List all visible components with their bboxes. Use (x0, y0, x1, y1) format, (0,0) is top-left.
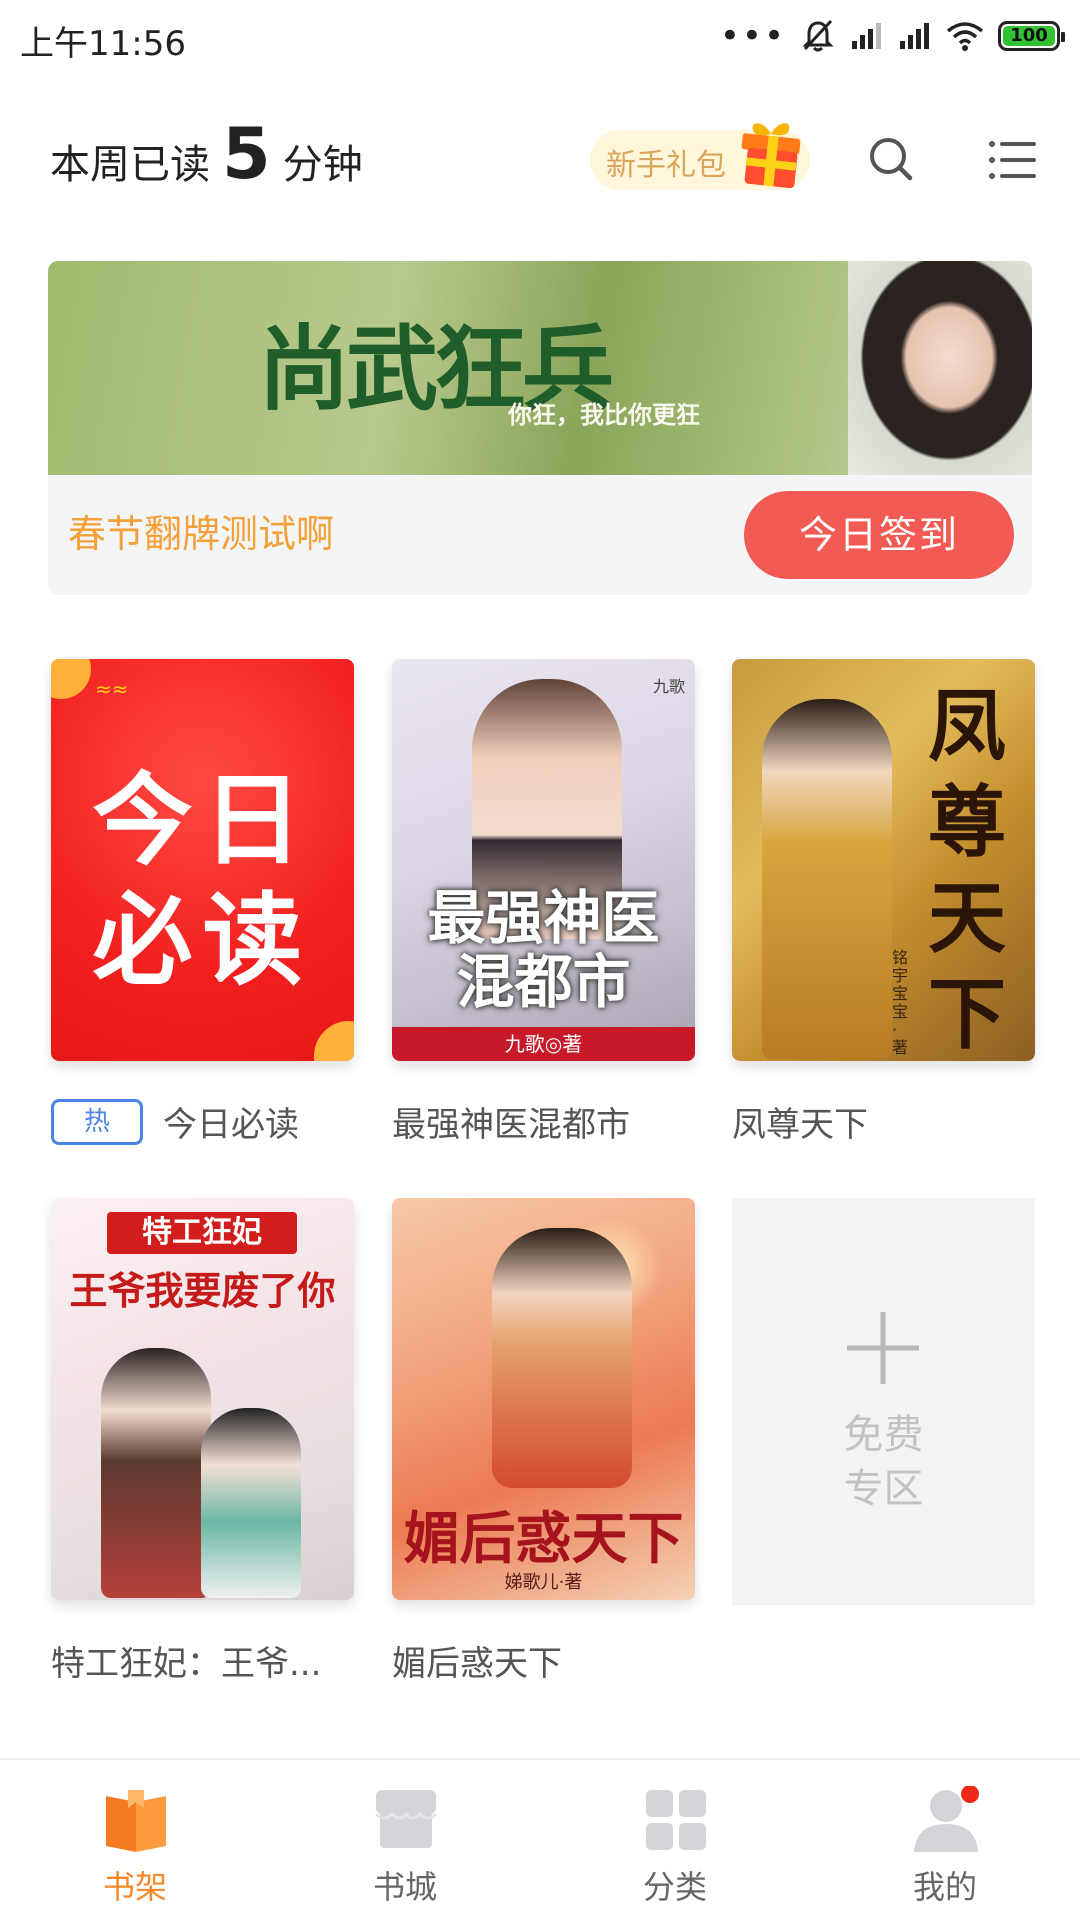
wifi-icon (946, 22, 984, 51)
battery-level: 100 (1010, 25, 1048, 46)
gift-label: 新手礼包 (606, 148, 726, 183)
book-title: 媚后惑天下 (392, 1644, 562, 1684)
bookshelf-icon (106, 1790, 166, 1852)
reading-minutes: 5 (222, 113, 271, 195)
status-icons: ••• 100 (719, 14, 1065, 58)
wave-icon: ≈≈ (95, 677, 129, 701)
cover-char: 凤 (927, 681, 1006, 772)
book-title-row: 媚后惑天下 (392, 1636, 562, 1685)
tab-label: 分类 (642, 1868, 707, 1906)
book-title-row: 凤尊天下 (732, 1097, 868, 1146)
signal-icon (852, 23, 881, 49)
cover-tag: 九歌 (652, 677, 685, 696)
tab-profile[interactable]: 我的 (870, 1778, 1020, 1908)
cover-char: 下 (927, 969, 1006, 1060)
book-cover[interactable]: 特工狂妃 王爷我要废了你 (51, 1198, 354, 1600)
cover-author: 娣歌儿·著 (504, 1572, 583, 1593)
more-dots-icon: ••• (719, 16, 786, 56)
tab-label: 我的 (912, 1868, 977, 1906)
promo-banner[interactable]: 尚武狂兵 你狂，我比你更狂 春节翻牌测试啊 今日签到 (48, 261, 1032, 595)
cover-line-1: 媚后惑天下 (403, 1506, 684, 1572)
signal-icon (900, 23, 929, 49)
cover-line-2: 王爷我要废了你 (69, 1268, 336, 1313)
top-header: 本周已读 5 分钟 新手礼包 (0, 100, 1080, 220)
book-title: 今日必读 (163, 1105, 299, 1145)
newbie-gift-button[interactable]: 新手礼包 (590, 123, 810, 190)
battery-icon: 100 (998, 21, 1065, 51)
cover-char: 尊 (927, 777, 1006, 868)
gift-icon (741, 123, 801, 189)
book-title: 特工狂妃：王爷... (51, 1644, 322, 1684)
tab-label: 书城 (372, 1868, 437, 1906)
cover-figure (201, 1408, 301, 1598)
cover-line-1: 特工狂妃 (107, 1212, 297, 1254)
book-cover[interactable]: 九歌 最强神医 混都市 九歌◎著 (392, 659, 695, 1061)
menu-list-icon[interactable] (982, 130, 1042, 190)
search-icon[interactable] (862, 130, 922, 190)
status-bar: 上午11:56 ••• 100 (0, 0, 1080, 76)
book-title-row: 特工狂妃：王爷... (51, 1636, 321, 1685)
book-cover[interactable]: ≈≈ 今日 必读 (51, 659, 354, 1061)
promo-text: 春节翻牌测试啊 (68, 512, 335, 556)
cover-char: 天 (927, 873, 1006, 964)
store-icon (374, 1790, 438, 1848)
grid-icon (646, 1790, 706, 1850)
book-cover[interactable]: 凤 尊 天 下 铭宇宝宝·著 (732, 659, 1035, 1061)
notification-dot (961, 1786, 979, 1803)
banner-subtitle: 你狂，我比你更狂 (508, 400, 700, 429)
book-title: 最强神医混都市 (392, 1105, 630, 1145)
plus-icon (847, 1312, 919, 1384)
cover-figure (762, 699, 892, 1059)
cover-figure (101, 1348, 211, 1598)
mute-icon (802, 19, 834, 52)
daily-signin-button[interactable]: 今日签到 (744, 491, 1014, 579)
hot-badge: 热 (51, 1098, 143, 1145)
book-title: 凤尊天下 (732, 1105, 868, 1145)
cover-author: 铭宇宝宝·著 (892, 948, 909, 1057)
tab-category[interactable]: 分类 (600, 1778, 750, 1908)
tab-bookstore[interactable]: 书城 (330, 1778, 480, 1908)
free-zone-label: 免费 专区 (732, 1408, 1035, 1516)
cover-vertical-title: 凤 尊 天 下 (917, 679, 1017, 1061)
banner-image[interactable]: 尚武狂兵 你狂，我比你更狂 (48, 261, 1032, 475)
free-zone-button[interactable]: 免费 专区 (732, 1198, 1035, 1605)
banner-portrait (848, 261, 1032, 475)
cover-line-2: 混都市 (456, 948, 631, 1016)
bottom-tab-bar: 书架 书城 分类 我的 (0, 1758, 1080, 1922)
cover-line-2: 必读 (92, 881, 313, 999)
user-icon (914, 1786, 979, 1852)
cover-figure (492, 1228, 632, 1488)
cover-author: 九歌◎著 (392, 1027, 695, 1061)
book-title-row: 最强神医混都市 (392, 1097, 630, 1146)
reading-suffix: 分钟 (282, 142, 363, 188)
book-title-row: 热 今日必读 (51, 1097, 299, 1146)
tab-bookshelf[interactable]: 书架 (60, 1778, 210, 1908)
weekly-reading-stat: 本周已读 5 分钟 (50, 113, 363, 195)
status-time: 上午11:56 (20, 24, 186, 64)
book-cover[interactable]: 媚后惑天下 娣歌儿·著 (392, 1198, 695, 1600)
free-zone-line-2: 专区 (843, 1466, 924, 1512)
tab-label: 书架 (102, 1868, 167, 1906)
free-zone-line-1: 免费 (843, 1412, 924, 1458)
reading-prefix: 本周已读 (50, 142, 210, 188)
